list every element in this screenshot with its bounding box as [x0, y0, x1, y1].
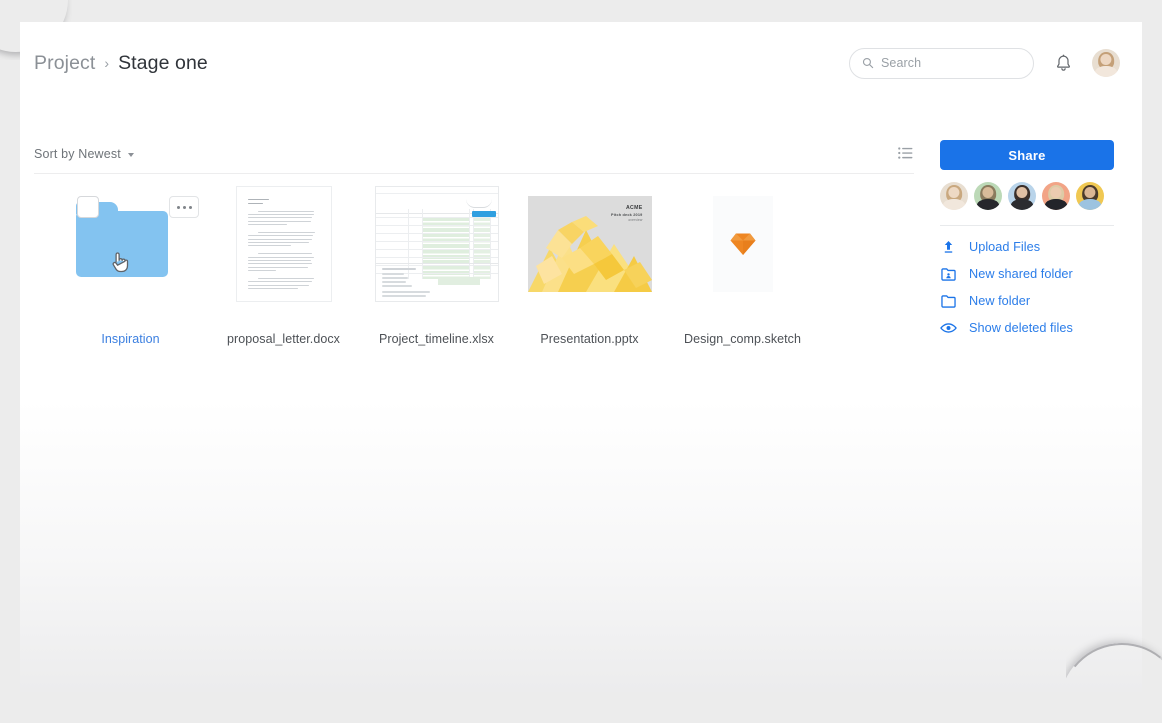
sidebar-item-new-shared-folder[interactable]: New shared folder [940, 267, 1114, 281]
sidebar-item-label: Show deleted files [969, 321, 1073, 335]
file-label: Presentation.pptx [540, 332, 639, 346]
breadcrumb-root[interactable]: Project [34, 52, 95, 75]
shared-folder-icon [940, 267, 957, 281]
docx-preview [235, 186, 332, 302]
avatar[interactable] [1076, 182, 1104, 210]
file-label: proposal_letter.docx [227, 332, 340, 346]
search-icon [862, 57, 874, 69]
eye-icon [940, 322, 957, 334]
sidebar-divider [940, 225, 1114, 226]
file-tile-folder[interactable]: Inspiration [54, 186, 207, 346]
presentation-brand: ACME Pitch deck 2019 overview [611, 205, 643, 223]
file-tile-sketch[interactable]: Design_comp.sketch [666, 186, 819, 346]
screenshot-stage: Project › Stage one Search Sort by Newes… [0, 0, 1162, 723]
breadcrumb-current: Stage one [118, 51, 208, 74]
avatar[interactable] [1008, 182, 1036, 210]
search-placeholder: Search [881, 56, 922, 70]
brand-line-3: overview [628, 218, 643, 223]
sidebar-item-label: New shared folder [969, 267, 1073, 281]
avatar[interactable] [1092, 49, 1120, 77]
chevron-down-icon [127, 152, 134, 157]
brand-line-1: ACME [626, 205, 643, 211]
share-button[interactable]: Share [940, 140, 1114, 170]
sidebar-item-show-deleted-files[interactable]: Show deleted files [940, 321, 1114, 335]
hand-cursor-icon [110, 251, 129, 274]
folder-thumbnail [54, 186, 207, 302]
file-tile-presentation[interactable]: ACME Pitch deck 2019 overview Presentati… [513, 186, 666, 346]
file-tile-document[interactable]: proposal_letter.docx [207, 186, 360, 346]
file-label: Project_timeline.xlsx [379, 332, 494, 346]
search-input[interactable]: Search [849, 47, 1034, 79]
pptx-preview: ACME Pitch deck 2019 overview [527, 196, 652, 292]
file-label: Design_comp.sketch [684, 332, 801, 346]
right-sidebar: Share Upload Files New shared folder New… [940, 140, 1114, 335]
document-thumbnail [207, 186, 360, 302]
app-header: Project › Stage one Search [20, 22, 1142, 104]
sketch-diamond-icon [730, 232, 756, 256]
sidebar-actions: Upload Files New shared folder New folde… [940, 240, 1114, 335]
upload-icon [940, 240, 957, 254]
sort-label: Sort by Newest [34, 146, 121, 161]
presentation-thumbnail: ACME Pitch deck 2019 overview [513, 186, 666, 302]
list-view-icon[interactable] [898, 147, 914, 161]
avatar[interactable] [974, 182, 1002, 210]
file-label: Inspiration [101, 332, 160, 346]
header-actions: Search [849, 47, 1120, 79]
folder-icon [940, 294, 957, 308]
sidebar-item-label: Upload Files [969, 240, 1041, 254]
sort-toolbar: Sort by Newest [34, 134, 914, 174]
spreadsheet-thumbnail [360, 186, 513, 302]
xlsx-preview [374, 186, 499, 302]
more-options-icon[interactable] [169, 196, 199, 218]
sketch-preview [712, 196, 773, 292]
file-tile-spreadsheet[interactable]: Project_timeline.xlsx [360, 186, 513, 346]
breadcrumb: Project › Stage one [34, 52, 208, 75]
sidebar-item-label: New folder [969, 294, 1031, 308]
file-manager-app: Project › Stage one Search Sort by Newes… [20, 22, 1142, 692]
breadcrumb-separator-icon: › [104, 54, 110, 71]
file-grid: Inspiration proposal_letter.docx Project… [54, 186, 819, 346]
bell-icon[interactable] [1052, 52, 1074, 74]
sidebar-item-upload-files[interactable]: Upload Files [940, 240, 1114, 254]
avatar[interactable] [1042, 182, 1070, 210]
sidebar-item-new-folder[interactable]: New folder [940, 294, 1114, 308]
sketch-thumbnail [666, 186, 819, 302]
sort-dropdown[interactable]: Sort by Newest [34, 147, 134, 161]
avatar[interactable] [940, 182, 968, 210]
collaborators-list [940, 182, 1114, 210]
checkbox-icon[interactable] [77, 196, 99, 218]
